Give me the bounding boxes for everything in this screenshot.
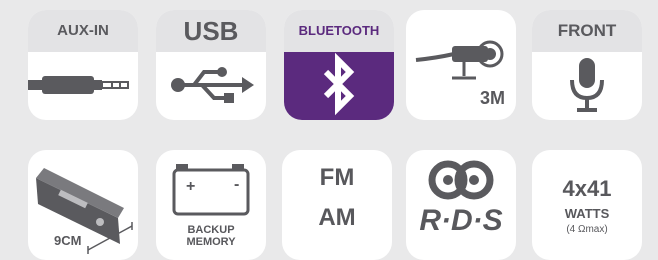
- bluetooth-label: BLUETOOTH: [284, 10, 394, 52]
- battery-icon: [172, 164, 250, 216]
- fm-label: FM: [319, 164, 355, 191]
- rds-tile: R·D·S: [406, 150, 516, 260]
- backup-memory-tile: + - BACKUP MEMORY: [156, 150, 266, 260]
- aux-in-feature-tile: AUX-IN: [28, 10, 138, 120]
- aux-cable-icon: [28, 76, 129, 94]
- bluetooth-icon: [323, 52, 355, 116]
- front-label: FRONT: [532, 10, 642, 52]
- depth-label: 9CM: [54, 233, 82, 248]
- bluetooth-icon-panel: [284, 52, 394, 120]
- memory-label: MEMORY: [186, 236, 236, 248]
- unit-depth-tile: 9CM: [28, 150, 138, 260]
- fm-am-tuner-tile: FM AM: [282, 150, 392, 260]
- backup-label: BACKUP: [187, 224, 235, 236]
- battery-plus-sign: +: [186, 178, 196, 195]
- bluetooth-feature-tile: BLUETOOTH: [284, 10, 394, 120]
- cable-length-label: 3M: [480, 88, 506, 108]
- power-value: 4x41: [562, 176, 612, 201]
- watts-label: WATTS: [564, 206, 610, 221]
- external-microphone-icon: [415, 40, 504, 80]
- battery-minus-sign: -: [234, 176, 240, 193]
- rds-logo-icon: [428, 160, 494, 200]
- usb-label: USB: [156, 10, 266, 52]
- rds-label: R·D·S: [419, 204, 503, 237]
- aux-in-label: AUX-IN: [28, 10, 138, 52]
- impedance-note: (4 Ωmax): [566, 224, 608, 235]
- am-label: AM: [318, 204, 356, 231]
- radio-unit-icon: [36, 168, 133, 254]
- external-mic-3m-tile: 3M: [406, 10, 516, 120]
- front-mic-feature-tile: FRONT: [532, 10, 642, 120]
- power-output-tile: 4x41 WATTS (4 Ωmax): [532, 150, 642, 260]
- usb-icon: [171, 67, 254, 103]
- usb-feature-tile: USB: [156, 10, 266, 120]
- microphone-icon: [570, 58, 604, 112]
